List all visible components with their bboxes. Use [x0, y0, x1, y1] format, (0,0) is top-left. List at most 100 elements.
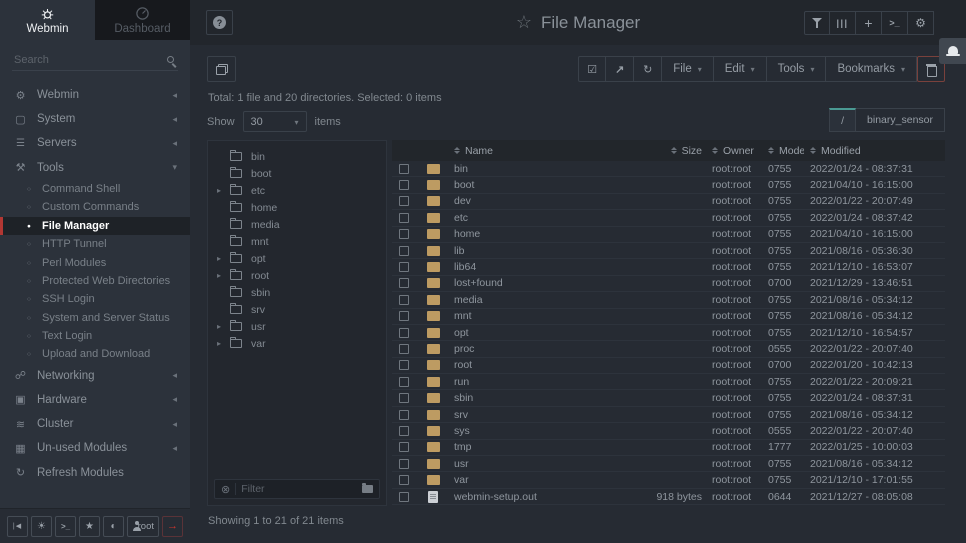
row-checkbox[interactable] — [399, 164, 409, 174]
paste-buffer-button[interactable] — [207, 56, 236, 82]
sidebar-item[interactable]: Cluster — [0, 412, 190, 436]
help-button[interactable] — [206, 10, 233, 35]
file-name[interactable]: lib64 — [450, 261, 628, 273]
row-checkbox[interactable] — [399, 475, 409, 485]
sidebar-item[interactable]: Text Login — [0, 327, 190, 345]
search-input[interactable] — [12, 51, 178, 71]
file-name[interactable]: dev — [450, 195, 628, 207]
sidebar-item[interactable]: HTTP Tunnel — [0, 235, 190, 253]
row-checkbox[interactable] — [399, 344, 409, 354]
table-row[interactable]: lost+found root:root 0700 2021/12/29 - 1… — [392, 276, 945, 292]
sidebar-bottom-button[interactable] — [31, 516, 52, 537]
sort-icon[interactable] — [671, 147, 677, 155]
row-checkbox[interactable] — [399, 410, 409, 420]
tree-item[interactable]: home — [208, 199, 386, 216]
sidebar-item[interactable]: Servers — [0, 131, 190, 155]
sidebar-item[interactable]: Protected Web Directories — [0, 272, 190, 290]
row-checkbox[interactable] — [399, 180, 409, 190]
table-row[interactable]: lib64 root:root 0755 2021/12/10 - 16:53:… — [392, 259, 945, 275]
file-name[interactable]: proc — [450, 343, 628, 355]
row-checkbox[interactable] — [399, 492, 409, 502]
table-row[interactable]: dev root:root 0755 2022/01/22 - 20:07:49 — [392, 194, 945, 210]
toolbar-button[interactable]: Bookmarks — [826, 56, 917, 82]
header-action-button[interactable] — [830, 11, 856, 35]
file-name[interactable]: etc — [450, 212, 628, 224]
row-checkbox[interactable] — [399, 278, 409, 288]
row-checkbox[interactable] — [399, 196, 409, 206]
file-name[interactable]: mnt — [450, 310, 628, 322]
table-row[interactable]: var root:root 0755 2021/12/10 - 17:01:55 — [392, 472, 945, 488]
sort-icon[interactable] — [454, 147, 460, 155]
sidebar-item[interactable]: Upload and Download — [0, 345, 190, 363]
table-row[interactable]: sbin root:root 0755 2022/01/24 - 08:37:3… — [392, 390, 945, 406]
file-name[interactable]: usr — [450, 458, 628, 470]
column-header[interactable]: Owner — [708, 145, 766, 157]
sidebar-item[interactable]: File Manager — [0, 217, 190, 235]
table-row[interactable]: sys root:root 0555 2022/01/22 - 20:07:40 — [392, 423, 945, 439]
file-name[interactable]: boot — [450, 179, 628, 191]
folder-icon[interactable] — [362, 485, 373, 493]
sidebar-bottom-button[interactable]: root — [127, 516, 159, 537]
table-row[interactable]: etc root:root 0755 2022/01/24 - 08:37:42 — [392, 210, 945, 226]
row-checkbox[interactable] — [399, 328, 409, 338]
toolbar-button[interactable] — [634, 56, 662, 82]
sidebar-item[interactable]: Custom Commands — [0, 198, 190, 216]
toolbar-button[interactable] — [606, 56, 634, 82]
file-name[interactable]: bin — [450, 163, 628, 175]
breadcrumb-item[interactable]: / — [829, 108, 856, 132]
toolbar-button[interactable]: Tools — [767, 56, 827, 82]
row-checkbox[interactable] — [399, 426, 409, 436]
tree-item[interactable]: etc — [208, 182, 386, 199]
toolbar-button[interactable]: Edit — [714, 56, 767, 82]
tree-item[interactable]: bin — [208, 148, 386, 165]
expand-caret-icon[interactable] — [217, 322, 228, 331]
header-action-button[interactable] — [804, 11, 830, 35]
row-checkbox[interactable] — [399, 377, 409, 387]
sidebar-bottom-button[interactable] — [103, 516, 124, 537]
table-row[interactable]: media root:root 0755 2021/08/16 - 05:34:… — [392, 292, 945, 308]
tree-item[interactable]: var — [208, 335, 386, 352]
table-row[interactable]: boot root:root 0755 2021/04/10 - 16:15:0… — [392, 177, 945, 193]
table-row[interactable]: proc root:root 0555 2022/01/22 - 20:07:4… — [392, 341, 945, 357]
sidebar-bottom-button[interactable] — [162, 516, 183, 537]
row-checkbox[interactable] — [399, 262, 409, 272]
row-checkbox[interactable] — [399, 246, 409, 256]
toolbar-button[interactable]: File — [662, 56, 714, 82]
sidebar-item[interactable]: Tools — [0, 156, 190, 180]
sidebar-item[interactable]: Hardware — [0, 388, 190, 412]
header-action-button[interactable] — [882, 11, 908, 35]
tree-item[interactable]: opt — [208, 250, 386, 267]
sidebar-item[interactable]: Un-used Modules — [0, 436, 190, 460]
sidebar-item[interactable]: Webmin — [0, 83, 190, 107]
sidebar-item[interactable]: Refresh Modules — [0, 460, 190, 484]
breadcrumb-item[interactable]: binary_sensor — [856, 108, 945, 132]
column-header[interactable]: Size — [628, 145, 708, 157]
file-name[interactable]: lost+found — [450, 277, 628, 289]
table-row[interactable]: usr root:root 0755 2021/08/16 - 05:34:12 — [392, 456, 945, 472]
tree-item[interactable]: srv — [208, 301, 386, 318]
sidebar-item[interactable]: Command Shell — [0, 180, 190, 198]
header-action-button[interactable] — [908, 11, 934, 35]
sidebar-bottom-button[interactable] — [7, 516, 28, 537]
clear-filter-icon[interactable] — [221, 480, 230, 498]
file-name[interactable]: home — [450, 228, 628, 240]
file-name[interactable]: webmin-setup.out — [450, 491, 628, 503]
sidebar-item[interactable]: System and Server Status — [0, 308, 190, 326]
tree-item[interactable]: media — [208, 216, 386, 233]
tree-item[interactable]: usr — [208, 318, 386, 335]
notifications-panel-toggle[interactable] — [939, 38, 966, 64]
tree-item[interactable]: sbin — [208, 284, 386, 301]
sidebar-bottom-button[interactable] — [55, 516, 76, 537]
table-row[interactable]: srv root:root 0755 2021/08/16 - 05:34:12 — [392, 407, 945, 423]
table-row[interactable]: bin root:root 0755 2022/01/24 - 08:37:31 — [392, 161, 945, 177]
table-row[interactable]: opt root:root 0755 2021/12/10 - 16:54:57 — [392, 325, 945, 341]
table-row[interactable]: home root:root 0755 2021/04/10 - 16:15:0… — [392, 227, 945, 243]
file-name[interactable]: run — [450, 376, 628, 388]
table-row[interactable]: webmin-setup.out 918 bytes root:root 064… — [392, 489, 945, 505]
row-checkbox[interactable] — [399, 213, 409, 223]
tab-dashboard[interactable]: Dashboard — [95, 0, 190, 40]
table-row[interactable]: run root:root 0755 2022/01/22 - 20:09:21 — [392, 374, 945, 390]
file-name[interactable]: opt — [450, 327, 628, 339]
table-row[interactable]: mnt root:root 0755 2021/08/16 - 05:34:12 — [392, 309, 945, 325]
file-name[interactable]: root — [450, 359, 628, 371]
